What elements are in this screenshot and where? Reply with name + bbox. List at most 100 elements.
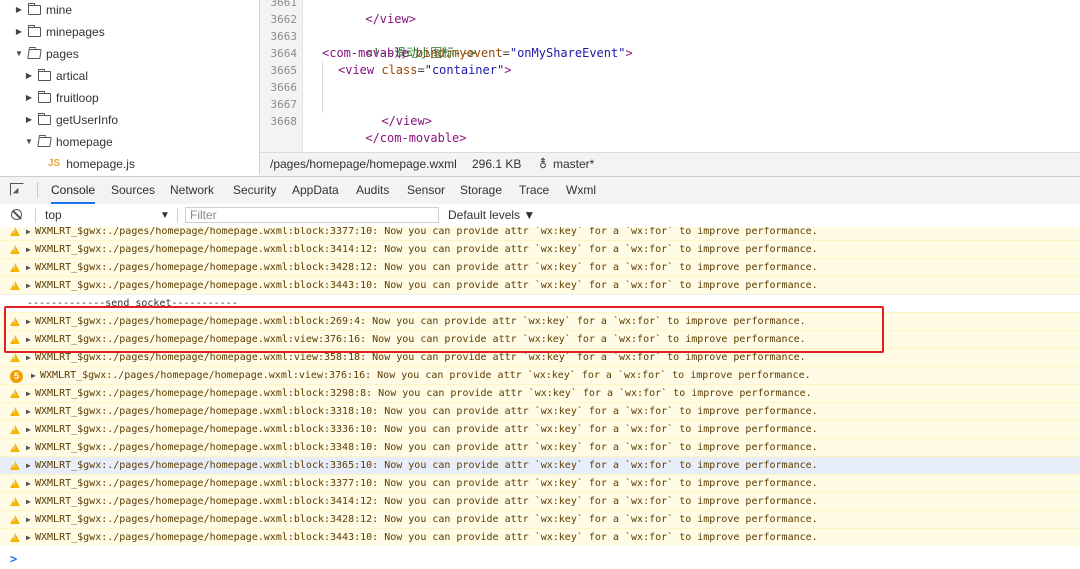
tab-security[interactable]: Security: [233, 177, 276, 204]
devtools-tab-bar: Console Sources Network Security AppData…: [0, 176, 1080, 205]
expand-arrow-icon[interactable]: ▶: [26, 457, 31, 475]
expand-arrow-icon[interactable]: ▶: [26, 227, 31, 241]
tab-wxml[interactable]: Wxml: [566, 177, 596, 204]
console-warning[interactable]: ▶ WXMLRT_$gwx:./pages/homepage/homepage.w…: [0, 420, 1080, 438]
code-editor[interactable]: 3661 3662 3663 3664 3665 3666 3667 3668 …: [260, 0, 1080, 152]
tab-trace[interactable]: Trace: [519, 177, 549, 204]
warning-icon: [10, 263, 20, 272]
expand-arrow-icon[interactable]: ▶: [26, 349, 31, 367]
code-token: <view: [338, 63, 382, 77]
expand-arrow-icon[interactable]: ▶: [26, 403, 31, 421]
expand-arrow-icon[interactable]: ▶: [26, 385, 31, 403]
tree-item-homepage[interactable]: ▼ homepage: [24, 131, 113, 153]
tree-item-label: minepages: [46, 25, 105, 39]
code-line-3667: </view>: [338, 96, 432, 128]
expand-arrow-icon[interactable]: ▶: [26, 313, 31, 331]
tree-item-artical[interactable]: ▶ artical: [24, 65, 88, 87]
expand-arrow-icon[interactable]: ▶: [26, 331, 31, 349]
tab-audits[interactable]: Audits: [356, 177, 389, 204]
tab-storage[interactable]: Storage: [460, 177, 502, 204]
folder-icon: [38, 91, 51, 103]
expand-arrow-icon[interactable]: ▶: [26, 421, 31, 439]
console-warning[interactable]: ▶ WXMLRT_$gwx:./pages/homepage/homepage.w…: [0, 384, 1080, 402]
expand-arrow-icon[interactable]: ▶: [26, 241, 31, 259]
expand-arrow-icon[interactable]: ▶: [26, 529, 31, 547]
code-token: </view>: [365, 12, 416, 26]
tree-item-label: homepage.js: [66, 157, 135, 171]
console-warning[interactable]: ▶ WXMLRT_$gwx:./pages/homepage/homepage.w…: [0, 528, 1080, 546]
console-prompt[interactable]: >: [10, 552, 17, 566]
caret-right-icon[interactable]: ▶: [24, 87, 34, 109]
console-warning[interactable]: ▶ WXMLRT_$gwx:./pages/homepage/homepage.w…: [0, 510, 1080, 528]
console-warning[interactable]: ▶ WXMLRT_$gwx:./pages/homepage/homepage.w…: [0, 438, 1080, 456]
code-line-3668: </com-movable>: [322, 113, 466, 145]
caret-down-icon[interactable]: ▼: [24, 131, 34, 153]
tab-network[interactable]: Network: [170, 177, 214, 204]
console-warning[interactable]: ▶ WXMLRT_$gwx:./pages/homepage/homepage.w…: [0, 312, 1080, 330]
console-warning[interactable]: ▶ WXMLRT_$gwx:./pages/homepage/homepage.w…: [0, 276, 1080, 294]
filter-input[interactable]: [185, 207, 439, 223]
divider: [35, 208, 36, 223]
console-warning[interactable]: ▶ WXMLRT_$gwx:./pages/homepage/homepage.w…: [0, 474, 1080, 492]
expand-arrow-icon[interactable]: ▶: [26, 475, 31, 493]
line-number: 3668: [270, 115, 298, 128]
folder-open-icon: [27, 49, 42, 59]
expand-arrow-icon[interactable]: ▶: [31, 367, 36, 385]
caret-down-icon[interactable]: ▼: [14, 43, 24, 65]
expand-arrow-icon[interactable]: ▶: [26, 277, 31, 295]
context-selector[interactable]: top: [45, 204, 62, 227]
console-toolbar: top ▼ Default levels ▼: [0, 204, 1080, 228]
divider: [37, 182, 38, 198]
tab-sources[interactable]: Sources: [111, 177, 155, 204]
expand-arrow-icon[interactable]: ▶: [26, 493, 31, 511]
tree-item-label: fruitloop: [56, 91, 99, 105]
tree-item-label: artical: [56, 69, 89, 83]
console-warning[interactable]: ▶ WXMLRT_$gwx:./pages/homepage/homepage.w…: [0, 240, 1080, 258]
tree-item-mine[interactable]: ▶ mine: [14, 0, 72, 21]
console-warning[interactable]: ▶ WXMLRT_$gwx:./pages/homepage/homepage.w…: [0, 456, 1080, 474]
tree-item-pages[interactable]: ▼ pages: [14, 43, 79, 65]
message-text: WXMLRT_$gwx:./pages/homepage/homepage.wx…: [35, 316, 806, 327]
file-tree: ▶ mine ▶ minepages ▼ pages ▶ artical ▶ fruitl…: [0, 0, 260, 175]
file-size: 296.1 KB: [472, 157, 522, 171]
tree-item-homepage-js[interactable]: JS homepage.js: [46, 153, 135, 175]
console-warning[interactable]: ▶ WXMLRT_$gwx:./pages/homepage/homepage.w…: [0, 258, 1080, 276]
caret-right-icon[interactable]: ▶: [24, 65, 34, 87]
console-warning[interactable]: ▶ WXMLRT_$gwx:./pages/homepage/homepage.w…: [0, 330, 1080, 348]
line-number: 3661: [270, 0, 298, 9]
console-warning[interactable]: ▶ WXMLRT_$gwx:./pages/homepage/homepage.w…: [0, 492, 1080, 510]
message-text: WXMLRT_$gwx:./pages/homepage/homepage.wx…: [35, 262, 818, 273]
tree-item-fruitloop[interactable]: ▶ fruitloop: [24, 87, 99, 109]
log-levels-dropdown[interactable]: Default levels ▼: [448, 204, 535, 227]
folder-icon: [28, 3, 41, 15]
inspect-element-icon[interactable]: [10, 183, 24, 196]
code-line-3663: <!--滑动小图标-->: [322, 28, 476, 60]
line-number: 3665: [270, 64, 298, 77]
clear-console-icon[interactable]: [11, 209, 22, 220]
console-log[interactable]: -------------send socket-----------: [0, 294, 1080, 312]
console-warning[interactable]: ▶ WXMLRT_$gwx:./pages/homepage/homepage.w…: [0, 402, 1080, 420]
warning-icon: [10, 443, 20, 452]
chevron-down-icon[interactable]: ▼: [160, 204, 170, 227]
expand-arrow-icon[interactable]: ▶: [26, 439, 31, 457]
tree-item-getuserinfo[interactable]: ▶ getUserInfo: [24, 109, 118, 131]
caret-right-icon[interactable]: ▶: [24, 109, 34, 131]
tree-item-minepages[interactable]: ▶ minepages: [14, 21, 105, 43]
message-text: WXMLRT_$gwx:./pages/homepage/homepage.wx…: [35, 496, 818, 507]
expand-arrow-icon[interactable]: ▶: [26, 259, 31, 277]
console-messages[interactable]: ▶ WXMLRT_$gwx:./pages/homepage/homepage.w…: [0, 227, 1080, 569]
tab-sensor[interactable]: Sensor: [407, 177, 445, 204]
warning-icon: [10, 479, 20, 488]
code-line-3661: </view>: [322, 0, 416, 26]
console-warning[interactable]: ▶ WXMLRT_$gwx:./pages/homepage/homepage.w…: [0, 227, 1080, 240]
tab-console[interactable]: Console: [51, 177, 96, 204]
warning-icon: [10, 515, 20, 524]
caret-right-icon[interactable]: ▶: [14, 0, 24, 21]
tab-appdata[interactable]: AppData: [292, 177, 339, 204]
console-warning[interactable]: ▶ WXMLRT_$gwx:./pages/homepage/homepage.w…: [0, 348, 1080, 366]
expand-arrow-icon[interactable]: ▶: [26, 511, 31, 529]
git-branch[interactable]: master*: [553, 153, 594, 176]
caret-right-icon[interactable]: ▶: [14, 21, 24, 43]
console-warning-grouped[interactable]: 5 ▶ WXMLRT_$gwx:./pages/homepage/homepage.…: [0, 366, 1080, 384]
message-text: WXMLRT_$gwx:./pages/homepage/homepage.wx…: [35, 460, 818, 471]
